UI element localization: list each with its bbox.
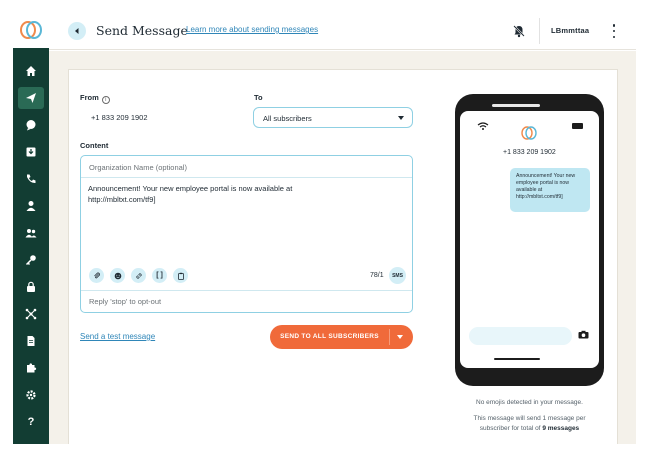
send-button-label: SEND TO ALL SUBSCRIBERS [280,333,379,340]
sidebar-phone[interactable] [18,168,44,190]
attach-button[interactable] [89,268,104,283]
camera-icon [578,330,589,339]
from-label: From i [80,93,110,104]
send-note-line: subscriber for total of 9 messages [455,424,604,434]
home-icon [26,66,36,76]
sidebar-home[interactable] [18,60,44,82]
smiley-icon [114,272,121,279]
send-note: This message will send 1 message per sub… [455,414,604,434]
gear-icon [26,390,36,400]
sidebar-inbox[interactable] [18,141,44,163]
content-editor: Organization Name (optional) Announcemen… [80,155,413,313]
paperclip-icon [93,272,100,278]
info-icon[interactable]: i [101,96,110,104]
message-bubble: Announcement! Your new employee portal i… [510,168,590,212]
send-options-chevron-icon[interactable] [397,335,403,339]
home-indicator [494,358,540,360]
user-icon [26,201,36,211]
user-name[interactable]: LBmmttaa [551,26,589,35]
sidebar-users[interactable] [18,222,44,244]
sidebar-lock[interactable] [18,276,44,298]
to-select-value: All subscribers [263,114,312,123]
help-icon: ? [27,416,35,428]
header-divider [539,18,540,44]
preview-phone-number: +1 833 209 1902 [503,149,556,156]
chat-icon [26,120,36,131]
sidebar: ? [13,12,49,444]
key-icon [25,255,36,266]
logo-icon [521,126,537,140]
battery-icon [572,123,583,129]
more-options-icon[interactable] [611,23,617,39]
phone-speaker [492,104,540,107]
users-icon [25,229,37,238]
message-line: Announcement! Your new employee portal i… [88,184,293,193]
sidebar-puzzle[interactable] [18,357,44,379]
send-to-all-button[interactable]: SEND TO ALL SUBSCRIBERS [270,325,413,349]
send-test-link[interactable]: Send a test message [80,332,155,341]
sidebar-document[interactable] [18,330,44,352]
link-icon [135,272,142,279]
content-label: Content [80,141,109,150]
lock-icon [27,281,35,292]
button-divider [389,329,390,345]
sms-badge: SMS [389,267,406,284]
to-select[interactable]: All subscribers [253,107,413,128]
muted-bell-icon[interactable] [512,24,526,38]
send-note-line: This message will send 1 message per [473,415,586,422]
bracket-icon: [ ] [156,272,163,279]
link-button[interactable] [131,268,146,283]
document-icon [27,336,35,346]
template-button[interactable] [173,268,188,283]
page-title: Send Message [96,23,188,38]
char-count: 78/1 [370,272,384,279]
phone-message-input [469,327,572,345]
merge-field-button[interactable]: [ ] [152,268,167,283]
chevron-down-icon [398,116,404,120]
back-arrow-icon [75,28,79,34]
message-total: 9 messages [542,425,580,432]
logo-icon [20,21,42,39]
sidebar-help[interactable]: ? [18,411,44,433]
send-note-text: subscriber for total of [479,425,541,432]
sidebar-settings[interactable] [18,384,44,406]
from-number: +1 833 209 1902 [91,113,148,122]
sidebar-key[interactable] [18,249,44,271]
inbox-icon [26,147,36,157]
wifi-icon [477,122,489,130]
optout-text: Reply 'stop' to opt-out [89,297,162,306]
learn-more-link[interactable]: Learn more about sending messages [186,25,318,34]
send-icon [26,93,36,103]
emoji-note: No emojis detected in your message. [476,399,583,406]
emoji-button[interactable] [110,268,125,283]
back-button[interactable] [68,22,86,40]
sidebar-chat[interactable] [18,114,44,136]
message-textarea[interactable]: Announcement! Your new employee portal i… [88,183,338,205]
org-name-placeholder: Organization Name (optional) [89,163,187,172]
divider [81,290,412,291]
network-icon [25,308,37,320]
to-label: To [254,93,263,102]
sidebar-user[interactable] [18,195,44,217]
org-name-field[interactable]: Organization Name (optional) [81,156,412,178]
puzzle-icon [27,363,37,373]
sidebar-send[interactable] [18,87,44,109]
logo[interactable] [13,12,49,48]
top-header: Send Message Learn more about sending me… [49,12,636,50]
sidebar-network[interactable] [18,303,44,325]
phone-icon [27,174,36,184]
clipboard-icon [177,272,184,280]
message-line: http://mbltxt.com/tf9] [88,195,156,204]
from-label-text: From [80,93,99,102]
